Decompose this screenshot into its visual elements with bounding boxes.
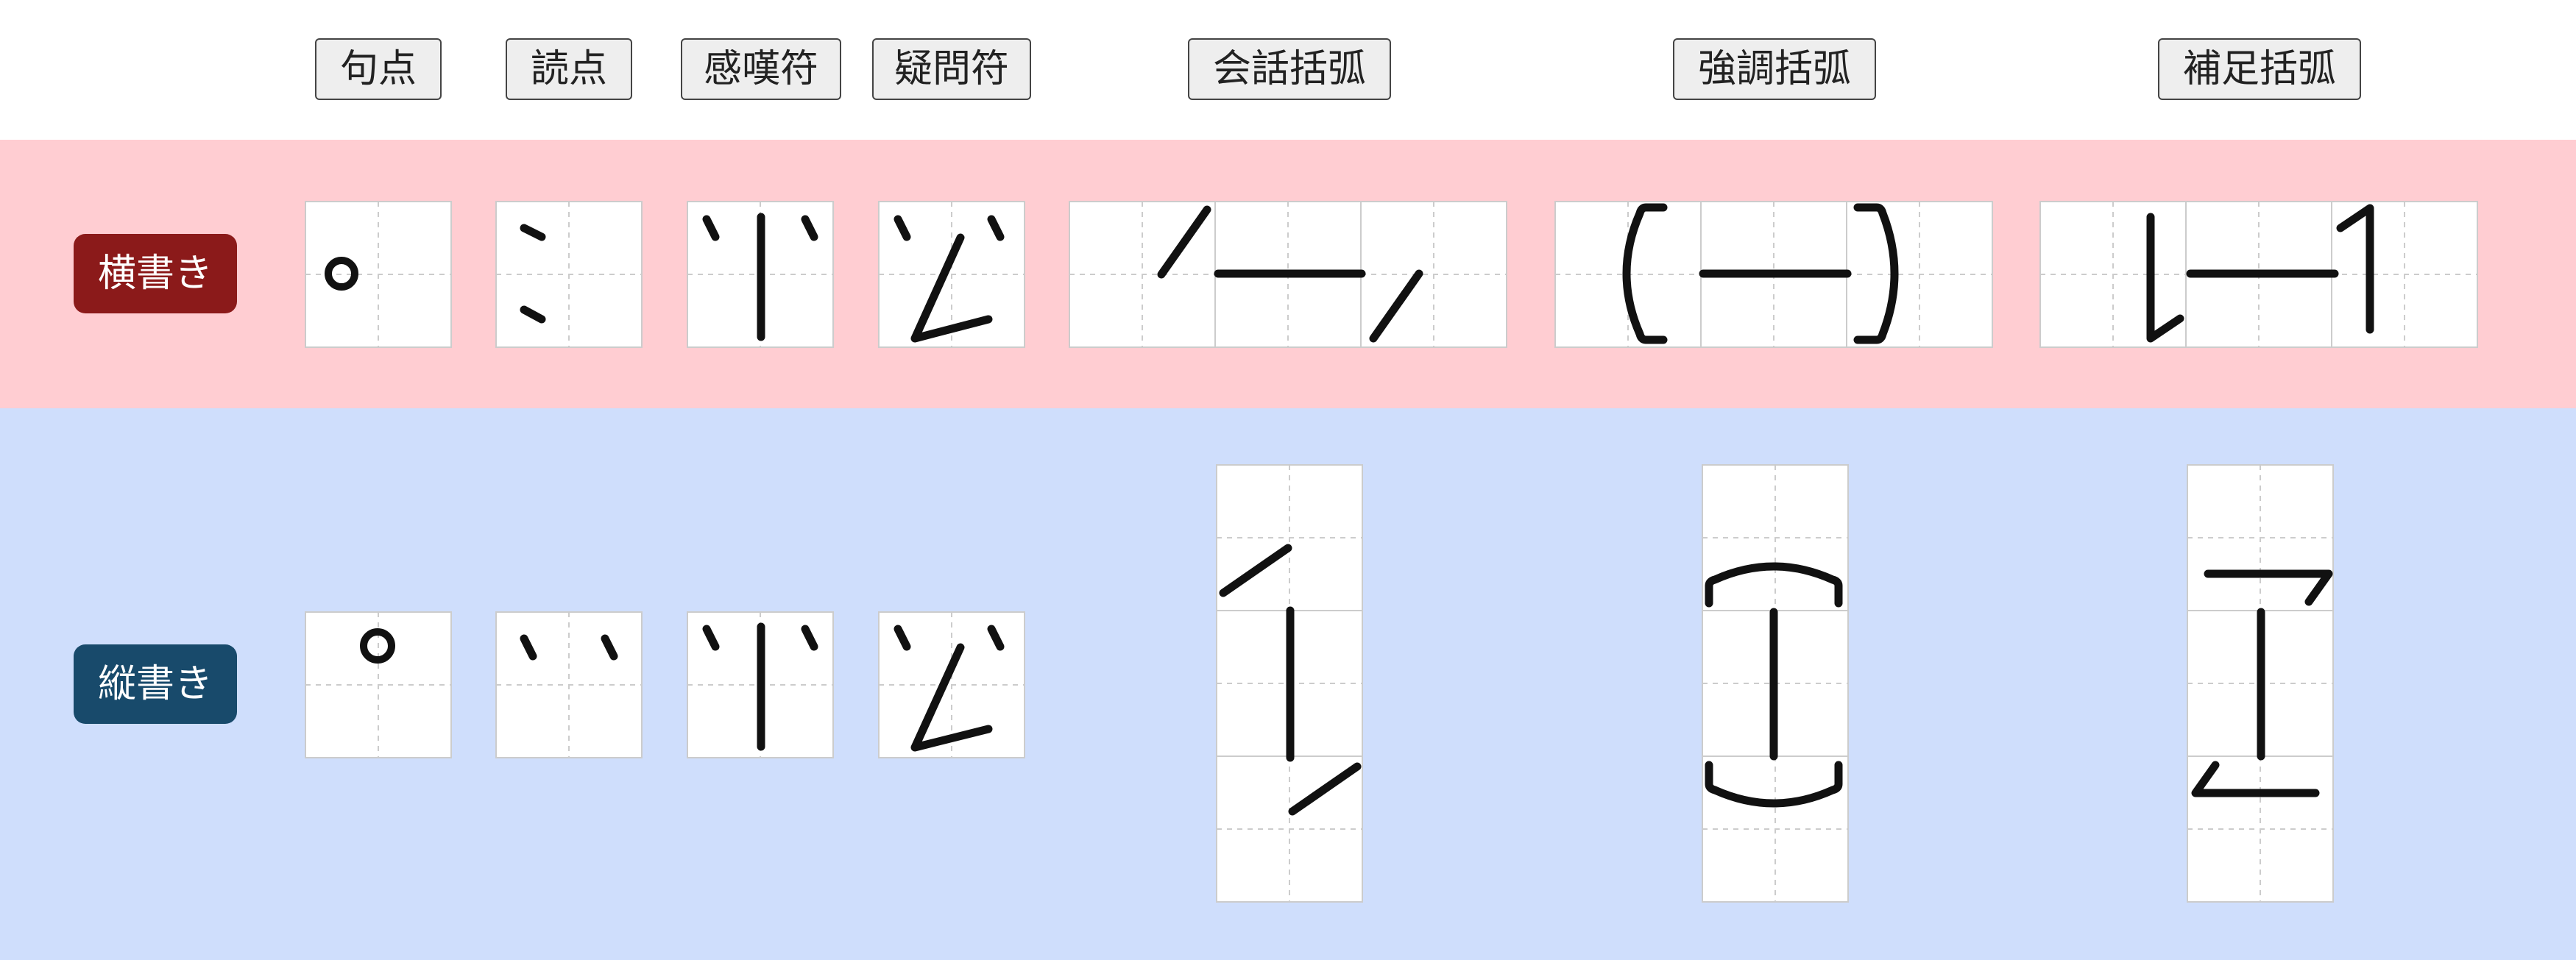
grid-block-touten-vertical [495,611,643,758]
punctuation-grid [305,201,2478,903]
diagram-stage: 句点 読点 感嘆符 疑問符 会話括弧 強調括弧 補足括弧 横書き 縦書き [0,0,2576,960]
grid-block-touten-horizontal [495,201,643,348]
